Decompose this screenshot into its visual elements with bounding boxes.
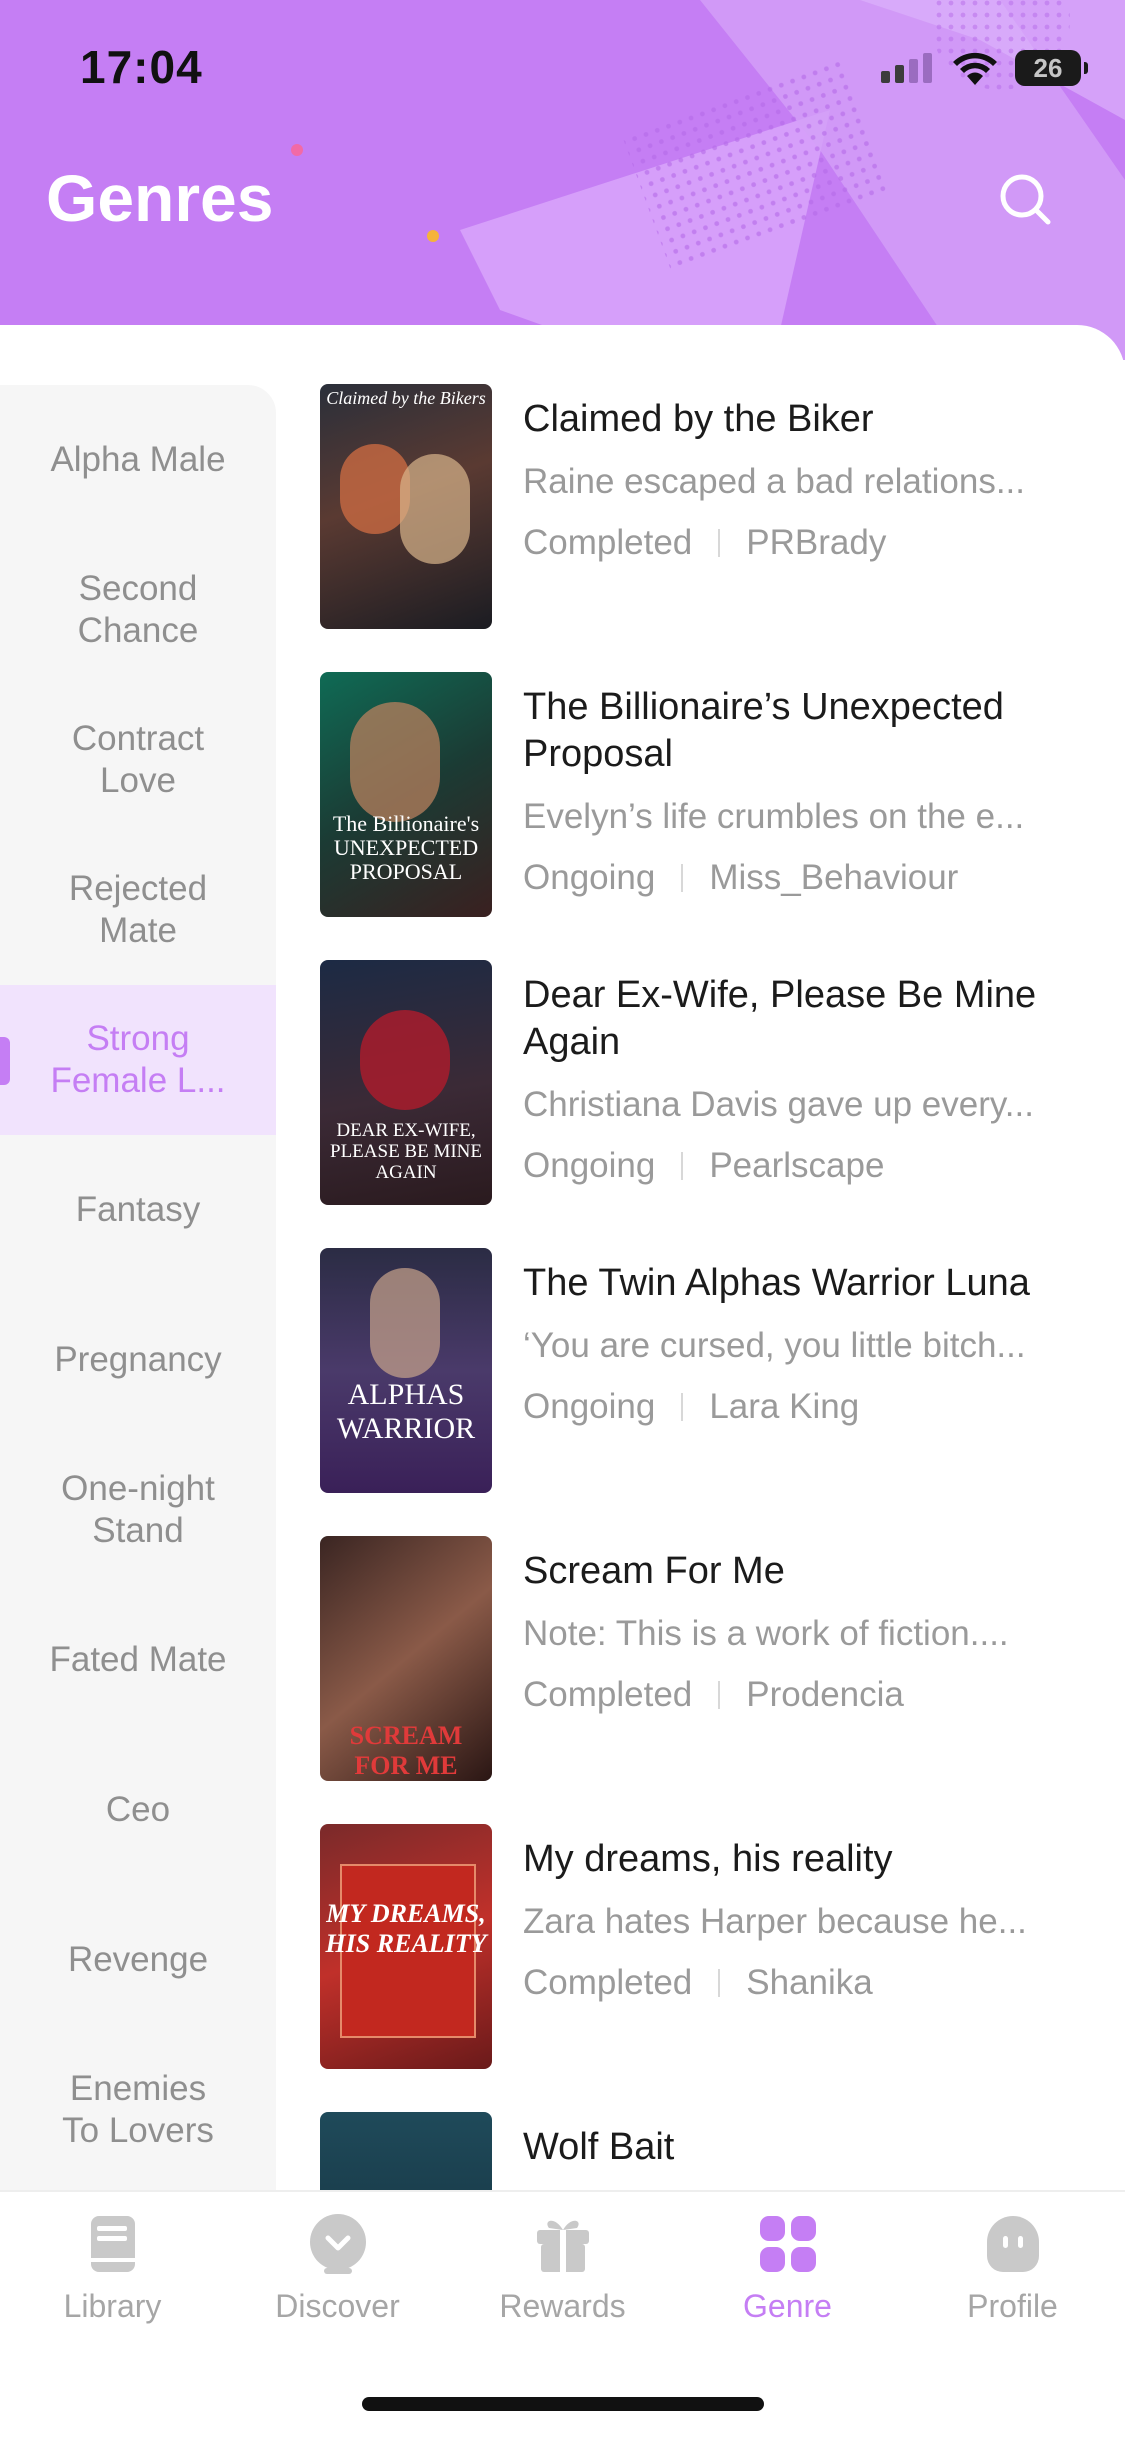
home-indicator — [362, 2397, 764, 2411]
wifi-icon — [953, 52, 997, 85]
battery-icon: 26 — [1015, 50, 1088, 86]
book-description: Raine escaped a bad relations... — [523, 462, 1025, 501]
genre-item-second-chance[interactable]: Second Chance — [0, 535, 276, 685]
genre-item-fantasy[interactable]: Fantasy — [0, 1135, 276, 1285]
book-author: Miss_Behaviour — [709, 858, 959, 897]
book-title: The Twin Alphas Warrior Luna — [523, 1262, 1030, 1304]
genre-item-one-night-stand[interactable]: One-night Stand — [0, 1435, 276, 1585]
genre-item-revenge[interactable]: Revenge — [0, 1885, 276, 2035]
book-description: ‘You are cursed, you little bitch... — [523, 1326, 1026, 1365]
book-author: Lara King — [709, 1387, 860, 1426]
content-panel: Alpha Male Second Chance Contract Love R… — [0, 325, 1125, 2190]
genre-sidebar[interactable]: Alpha Male Second Chance Contract Love R… — [0, 385, 276, 2190]
page-title: Genres — [46, 161, 274, 235]
face-icon — [986, 2216, 1039, 2272]
book-description: Christiana Davis gave up every... — [523, 1085, 1034, 1124]
book-meta: Ongoing Pearlscape — [523, 1146, 884, 1186]
book-title: Scream For Me — [523, 1550, 785, 1592]
book-meta: Completed PRBrady — [523, 523, 886, 563]
gift-icon — [536, 2220, 589, 2272]
book-author: Prodencia — [746, 1675, 904, 1714]
book-title: Wolf Bait — [523, 2126, 675, 2168]
book-status: Ongoing — [523, 1387, 656, 1426]
grid-icon — [759, 2216, 816, 2272]
book-item[interactable]: ALPHAS WARRIOR The Twin Alphas Warrior L… — [320, 1248, 1110, 1493]
genre-item-strong-female-lead[interactable]: Strong Female L... — [0, 985, 276, 1135]
tab-genre[interactable]: Genre — [675, 2212, 900, 2352]
book-meta: Completed Shanika — [523, 1963, 873, 2003]
book-title: My dreams, his reality — [523, 1838, 893, 1880]
book-title: The Billionaire’s Unexpected Proposal — [523, 686, 1004, 775]
book-status: Completed — [523, 1675, 693, 1714]
book-author: Pearlscape — [709, 1146, 885, 1185]
search-button[interactable] — [986, 160, 1066, 240]
genre-item-enemies-to-lovers[interactable]: Enemies To Lovers — [0, 2035, 276, 2185]
book-author: PRBrady — [746, 523, 887, 562]
signal-icon — [881, 53, 932, 83]
book-meta: Ongoing Miss_Behaviour — [523, 858, 958, 898]
genre-item-ceo[interactable]: Ceo — [0, 1735, 276, 1885]
book-cover: SCREAM FOR ME — [320, 1536, 492, 1781]
book-title: Claimed by the Biker — [523, 398, 874, 440]
book-status: Ongoing — [523, 1146, 656, 1185]
book-author: Shanika — [746, 1963, 873, 2002]
book-item[interactable]: Wolf Bait — [320, 2112, 1110, 2190]
book-item[interactable]: The Billionaire's UNEXPECTED PROPOSAL Th… — [320, 672, 1110, 917]
book-status: Ongoing — [523, 858, 656, 897]
book-item[interactable]: Claimed by the Bikers Claimed by the Bik… — [320, 384, 1110, 629]
book-item[interactable]: DEAR EX-WIFE, PLEASE BE MINE AGAIN Dear … — [320, 960, 1110, 1205]
book-description: Note: This is a work of fiction.... — [523, 1614, 1009, 1653]
genre-item-rejected-mate[interactable]: Rejected Mate — [0, 835, 276, 985]
compass-icon — [309, 2214, 366, 2274]
book-meta: Ongoing Lara King — [523, 1387, 859, 1427]
book-cover: The Billionaire's UNEXPECTED PROPOSAL — [320, 672, 492, 917]
tab-library[interactable]: Library — [0, 2212, 225, 2352]
book-description: Evelyn’s life crumbles on the e... — [523, 797, 1025, 836]
tab-discover[interactable]: Discover — [225, 2212, 450, 2352]
header: 17:04 26 Genres — [0, 0, 1125, 360]
book-cover: MY DREAMS, HIS REALITY — [320, 1824, 492, 2069]
book-cover — [320, 2112, 492, 2190]
search-icon — [1000, 174, 1051, 225]
genre-item-fated-mate[interactable]: Fated Mate — [0, 1585, 276, 1735]
genre-item-alpha-male[interactable]: Alpha Male — [0, 385, 276, 535]
active-indicator — [0, 1037, 10, 1085]
genre-item-contract-love[interactable]: Contract Love — [0, 685, 276, 835]
tab-rewards[interactable]: Rewards — [450, 2212, 675, 2352]
book-cover: ALPHAS WARRIOR — [320, 1248, 492, 1493]
book-status: Completed — [523, 1963, 693, 2002]
book-title: Dear Ex-Wife, Please Be Mine Again — [523, 974, 1037, 1063]
tab-profile[interactable]: Profile — [900, 2212, 1125, 2352]
genre-item-pregnancy[interactable]: Pregnancy — [0, 1285, 276, 1435]
status-icons: 26 — [881, 48, 1088, 88]
book-meta: Completed Prodencia — [523, 1675, 904, 1715]
battery-level: 26 — [1033, 52, 1063, 83]
book-cover: DEAR EX-WIFE, PLEASE BE MINE AGAIN — [320, 960, 492, 1205]
book-cover: Claimed by the Bikers — [320, 384, 492, 629]
book-icon — [90, 2216, 135, 2272]
book-description: Zara hates Harper because he... — [523, 1902, 1027, 1941]
status-time: 17:04 — [80, 41, 203, 93]
book-status: Completed — [523, 523, 693, 562]
book-item[interactable]: MY DREAMS, HIS REALITY My dreams, his re… — [320, 1824, 1110, 2069]
book-item[interactable]: SCREAM FOR ME Scream For Me Note: This i… — [320, 1536, 1110, 1781]
